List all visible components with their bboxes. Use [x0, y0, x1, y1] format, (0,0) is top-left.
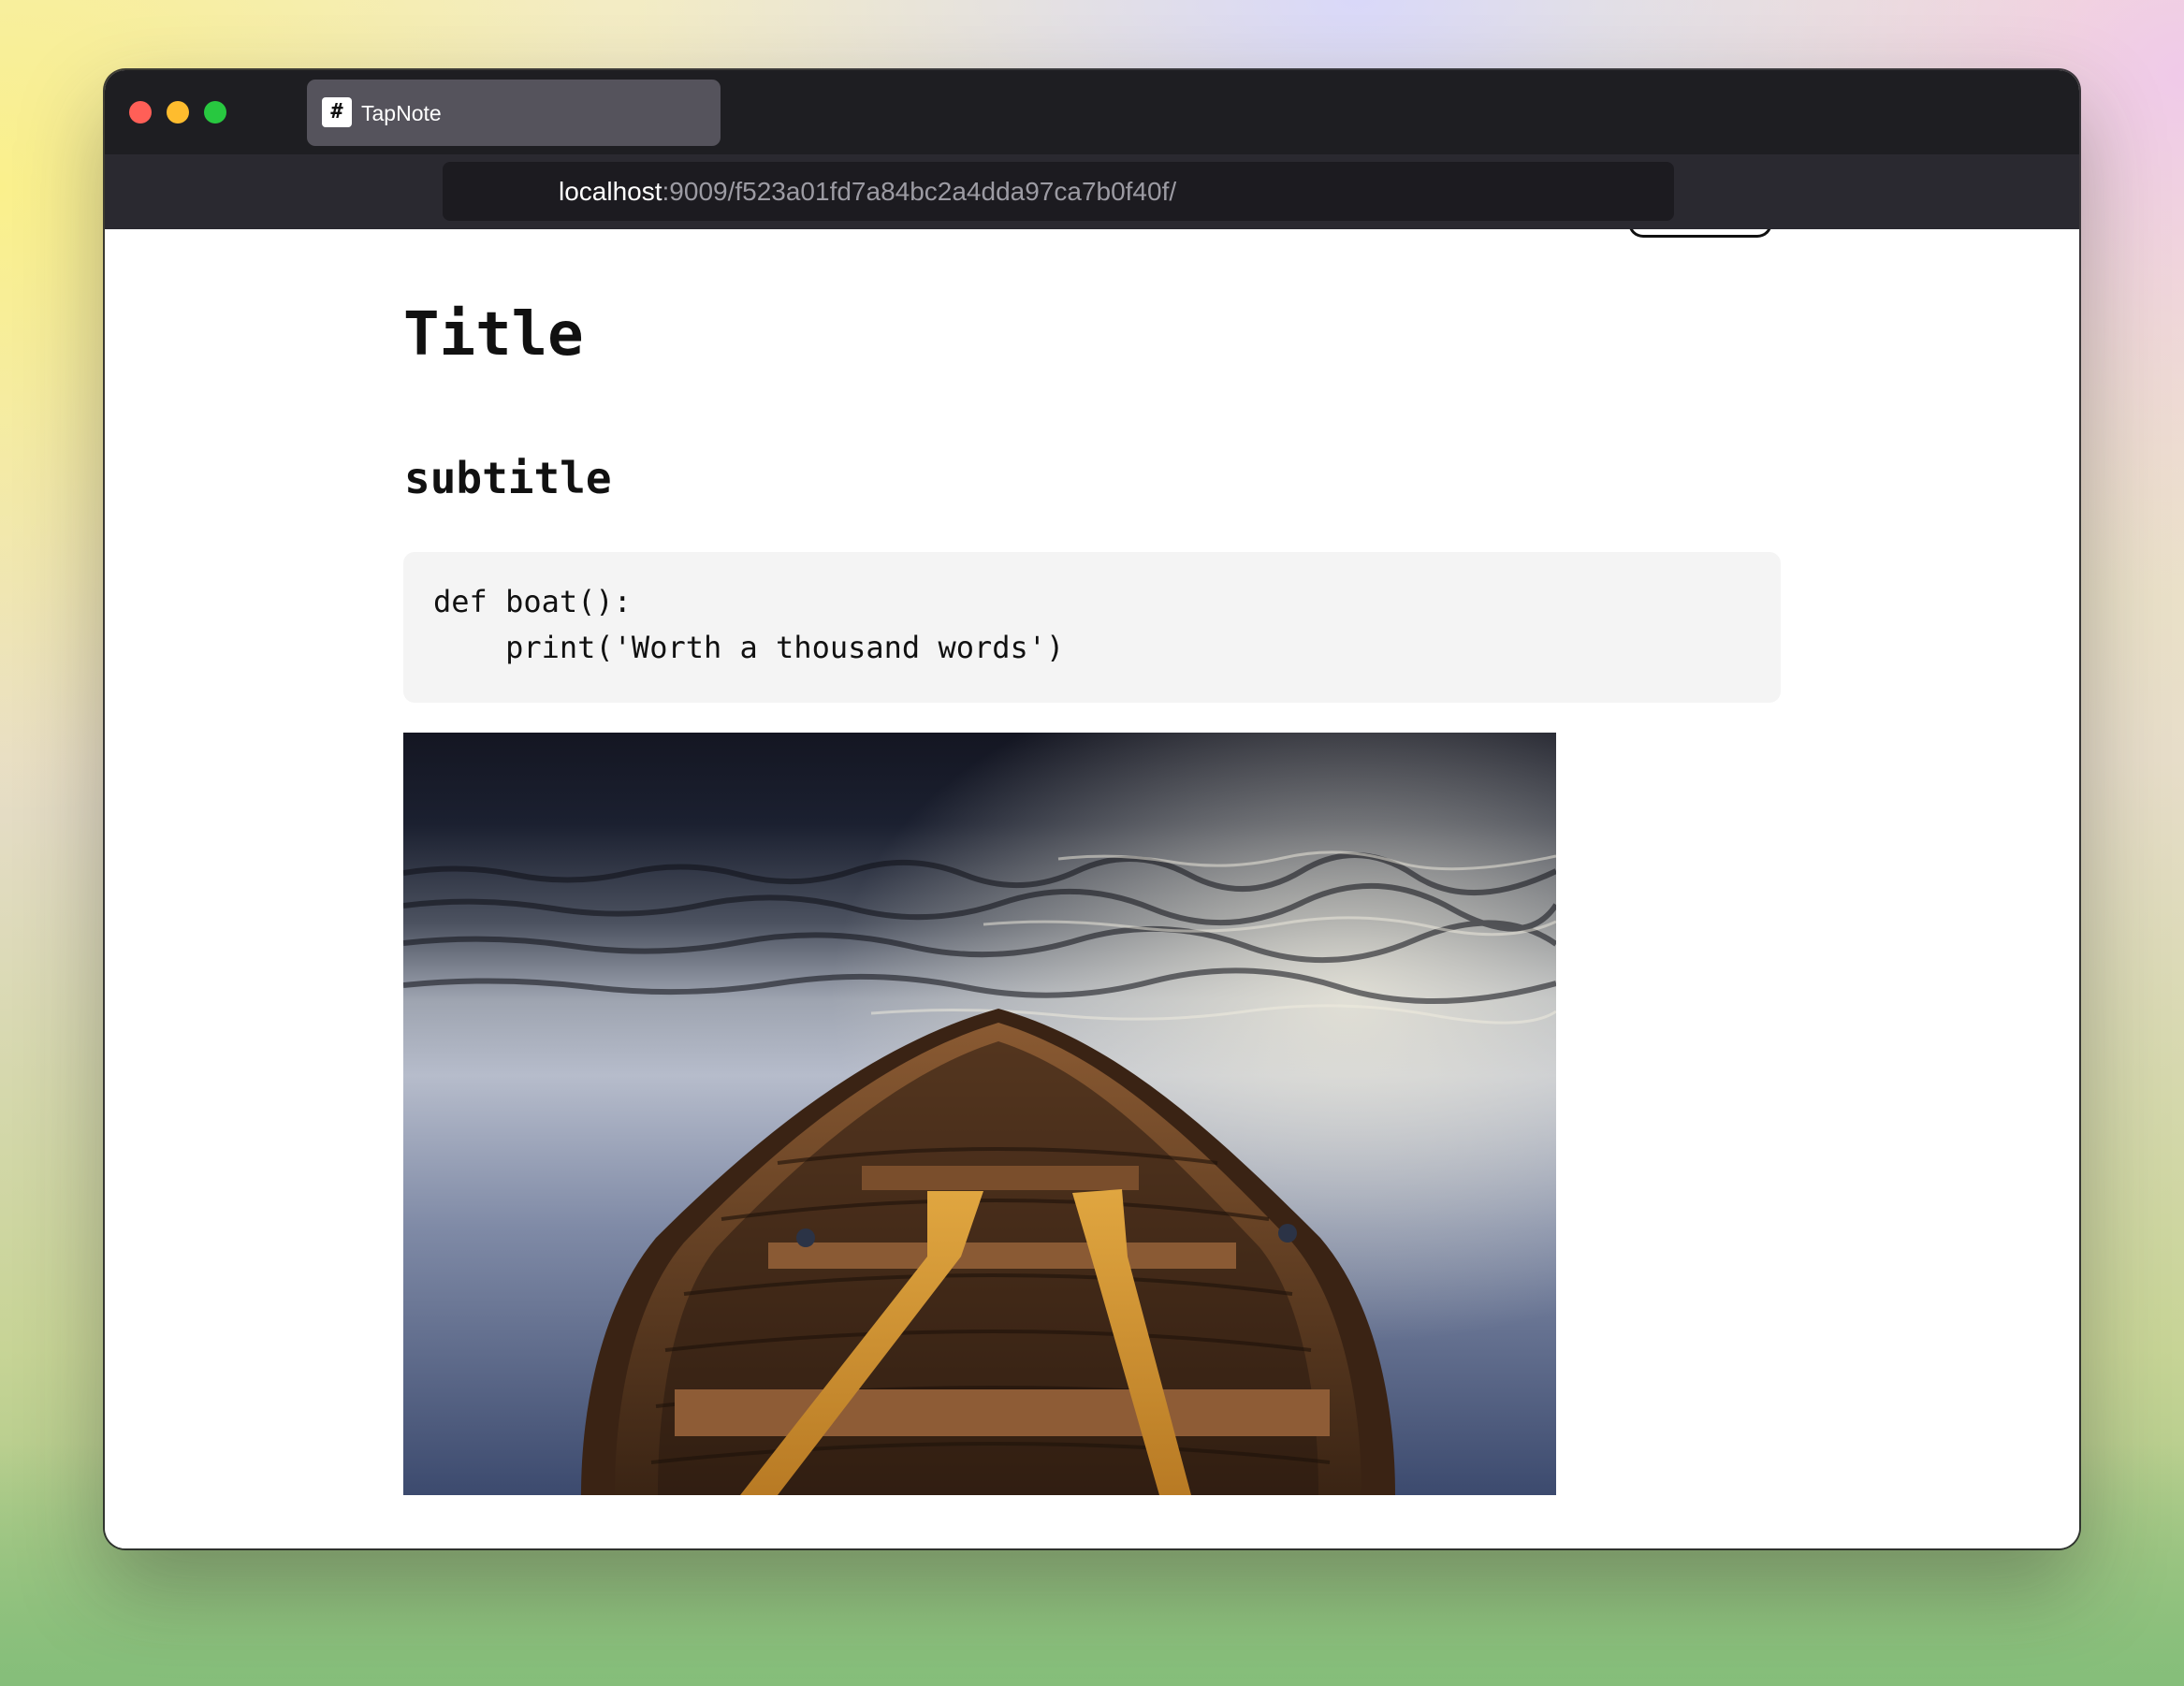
code-line: def boat():	[433, 584, 632, 619]
address-bar[interactable]: localhost:9009/f523a01fd7a84bc2a4dda97ca…	[443, 162, 1674, 221]
code-block: def boat(): print('Worth a thousand word…	[403, 552, 1781, 703]
tab-tapnote[interactable]: # TapNote	[307, 80, 721, 146]
tapnote-favicon-icon: #	[322, 97, 352, 127]
rowboat-on-lake-image	[403, 733, 1556, 1495]
note-subtitle: subtitle	[404, 453, 612, 503]
close-window-button[interactable]	[129, 101, 152, 124]
url-path: :9009/f523a01fd7a84bc2a4dda97ca7b0f40f/	[662, 177, 1177, 206]
browser-toolbar: localhost:9009/f523a01fd7a84bc2a4dda97ca…	[105, 154, 2079, 229]
url-host: localhost	[559, 177, 662, 206]
browser-titlebar: # TapNote	[105, 70, 2079, 154]
edit-button[interactable]	[1628, 229, 1772, 238]
browser-window: # TapNote localhost:9009/f523a01fd7a84bc…	[105, 70, 2079, 1548]
tab-title: TapNote	[361, 101, 442, 125]
page-content: Title subtitle def boat(): print('Worth …	[105, 229, 2079, 1548]
maximize-window-button[interactable]	[204, 101, 226, 124]
boat-photo	[403, 733, 1556, 1495]
code-line: print('Worth a thousand words')	[433, 630, 1065, 665]
minimize-window-button[interactable]	[167, 101, 189, 124]
address-bar-url[interactable]: localhost:9009/f523a01fd7a84bc2a4dda97ca…	[559, 177, 1176, 207]
note-title: Title	[403, 300, 584, 370]
